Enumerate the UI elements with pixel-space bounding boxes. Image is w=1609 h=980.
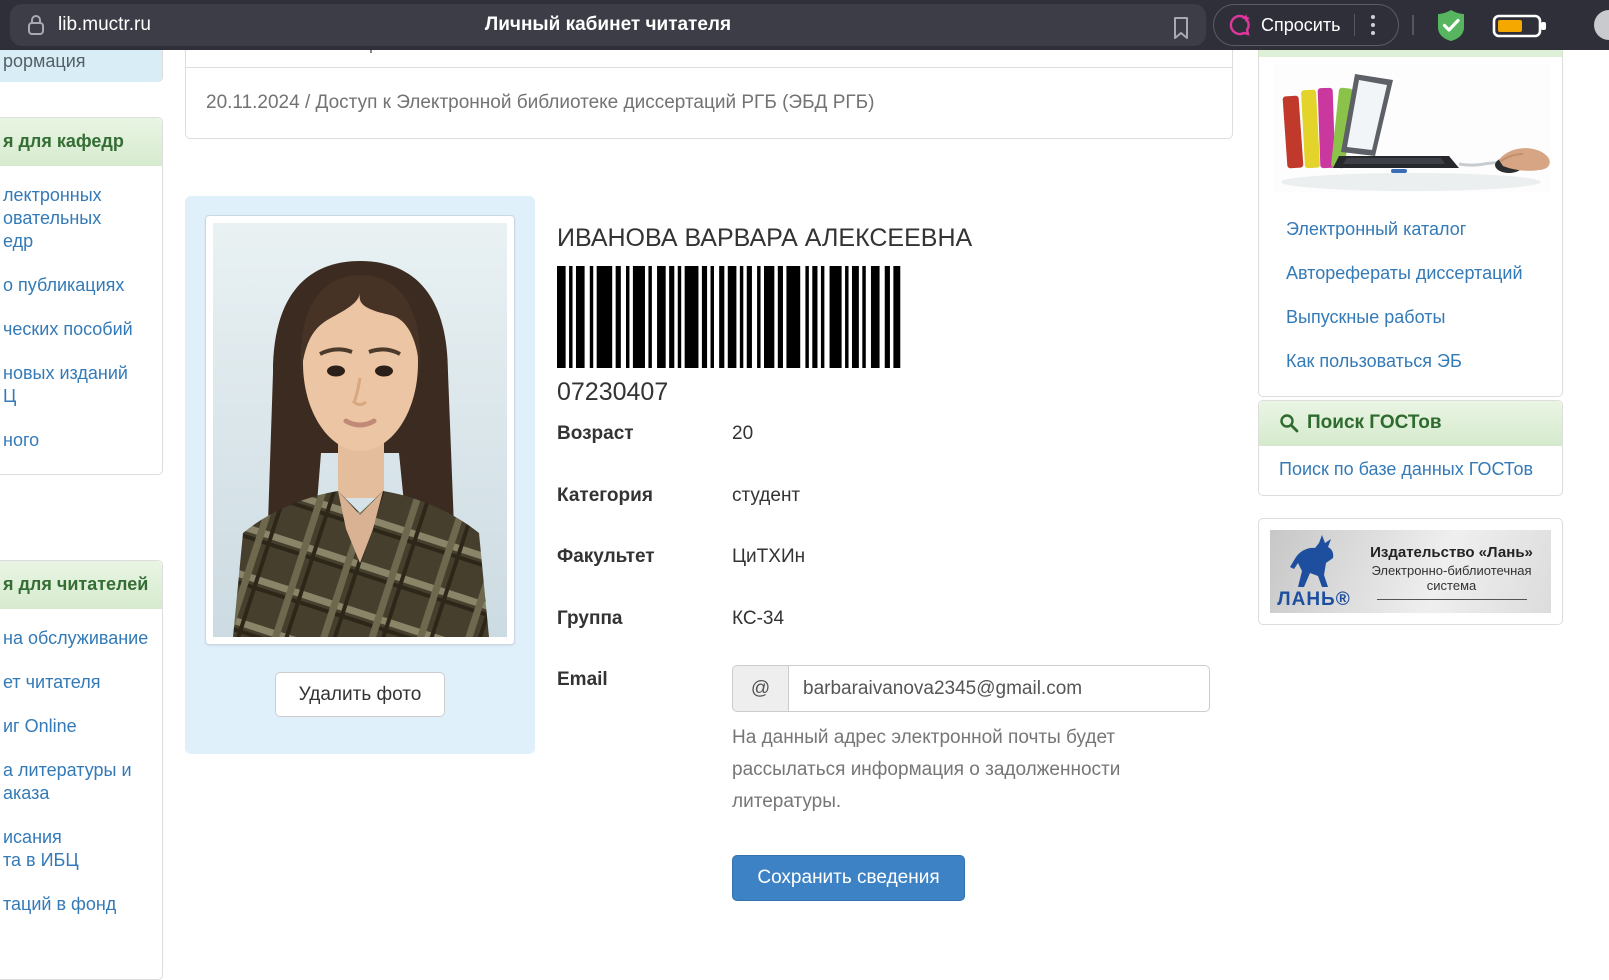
search-icon xyxy=(1279,413,1299,433)
lan-banner-title: Издательство «Лань» xyxy=(1358,544,1545,561)
link-graduation-works[interactable]: Выпускные работы xyxy=(1286,307,1552,328)
address-bar[interactable]: lib.muctr.ru Личный кабинет читателя xyxy=(10,4,1206,46)
electronic-library-card: Электронный каталог Авторефераты диссерт… xyxy=(1258,57,1563,397)
gost-header-text: Поиск ГОСТов xyxy=(1307,412,1442,434)
photo-panel: Удалить фото xyxy=(185,196,535,754)
sidebar-link-online-renewal[interactable]: иг Online xyxy=(3,715,156,738)
lan-deer-icon xyxy=(1288,533,1340,589)
page-title: Личный кабинет читателя xyxy=(10,14,1206,36)
email-at-addon: @ xyxy=(732,665,788,712)
gost-search-panel: Поиск ГОСТов Поиск по базе данных ГОСТов xyxy=(1258,400,1563,496)
sidebar-panel-kafedry: я для кафедр лектронных овательных едр о… xyxy=(0,117,163,475)
sidebar-header-chitateli: я для читателей xyxy=(0,561,162,609)
lan-banner-card[interactable]: ЛАНЬ® Издательство «Лань» Электронно-биб… xyxy=(1258,518,1563,625)
lan-banner-rule xyxy=(1377,599,1527,600)
battery-icon[interactable] xyxy=(1492,13,1548,39)
save-details-button[interactable]: Сохранить сведения xyxy=(732,855,965,901)
delete-photo-button[interactable]: Удалить фото xyxy=(275,672,445,717)
lock-icon xyxy=(26,13,46,37)
sidebar-link-service[interactable]: на обслуживание xyxy=(3,627,156,650)
field-label-category: Категория xyxy=(557,485,653,507)
url-text[interactable]: lib.muctr.ru xyxy=(58,14,151,36)
sidebar-link-electronic-resources[interactable]: лектронных овательных едр xyxy=(3,184,156,253)
ask-ai-button[interactable]: Спросить xyxy=(1213,4,1399,46)
sidebar-link-publications[interactable]: о публикациях xyxy=(3,274,156,297)
lan-banner-subtitle: Электронно-библиотечная система xyxy=(1358,563,1545,593)
user-photo xyxy=(205,215,515,645)
link-how-to-use-eb[interactable]: Как пользоваться ЭБ xyxy=(1286,351,1552,372)
link-gost-database-search[interactable]: Поиск по базе данных ГОСТов xyxy=(1279,459,1533,479)
toolbar-divider xyxy=(1412,15,1414,35)
sidebar-link-nogo[interactable]: ного xyxy=(3,429,156,452)
sidebar-link-dissertations-fund[interactable]: таций в фонд xyxy=(3,893,156,916)
bookmark-icon[interactable] xyxy=(1170,15,1192,41)
email-input[interactable] xyxy=(788,665,1210,712)
browser-top-bar: lib.muctr.ru Личный кабинет читателя Спр… xyxy=(0,0,1609,50)
profile-name: ИВАНОВА ВАРВАРА АЛЕКСЕЕВНА xyxy=(557,224,972,253)
barcode-image xyxy=(557,266,902,368)
barcode-number: 07230407 xyxy=(557,378,668,407)
sidebar-link-reader-card[interactable]: ет читателя xyxy=(3,671,156,694)
field-label-age: Возраст xyxy=(557,423,634,445)
ask-pill-divider xyxy=(1354,14,1355,36)
laptop-books-image xyxy=(1273,64,1548,197)
kebab-menu-icon[interactable] xyxy=(1371,15,1375,35)
link-dissertation-abstracts[interactable]: Авторефераты диссертаций xyxy=(1286,263,1552,284)
protect-shield-icon[interactable] xyxy=(1433,7,1469,43)
ask-button-label: Спросить xyxy=(1261,15,1340,36)
field-value-faculty: ЦиТХИн xyxy=(732,546,805,568)
field-label-group: Группа xyxy=(557,608,623,630)
barcode-svg xyxy=(557,266,902,368)
sidebar-link-ibc-rules[interactable]: исания та в ИБЦ xyxy=(3,826,156,872)
sidebar-link-method-manuals[interactable]: ческих пособий xyxy=(3,318,156,341)
sidebar-header-kafedry: я для кафедр xyxy=(0,118,162,166)
ask-sparkle-icon xyxy=(1227,12,1253,38)
link-electronic-catalog[interactable]: Электронный каталог xyxy=(1286,219,1552,240)
field-label-email: Email xyxy=(557,669,608,691)
sidebar-link-new-editions[interactable]: новых изданий Ц xyxy=(3,362,156,408)
news-row[interactable]: 20.11.2024 / Доступ к Электронной библио… xyxy=(186,67,1232,138)
field-label-faculty: Факультет xyxy=(557,546,655,568)
field-value-group: КС-34 xyxy=(732,608,784,630)
email-help-text: На данный адрес электронной почты будет … xyxy=(732,722,1172,818)
field-value-age: 20 xyxy=(732,423,753,445)
field-value-category: студент xyxy=(732,485,800,507)
sidebar-panel-chitateli: я для читателей на обслуживание ет читат… xyxy=(0,560,163,980)
sidebar-link-literature-order[interactable]: а литературы и аказа xyxy=(3,759,156,805)
lan-logo-text: ЛАНЬ® xyxy=(1277,589,1350,611)
browser-profile-avatar[interactable] xyxy=(1594,10,1609,40)
